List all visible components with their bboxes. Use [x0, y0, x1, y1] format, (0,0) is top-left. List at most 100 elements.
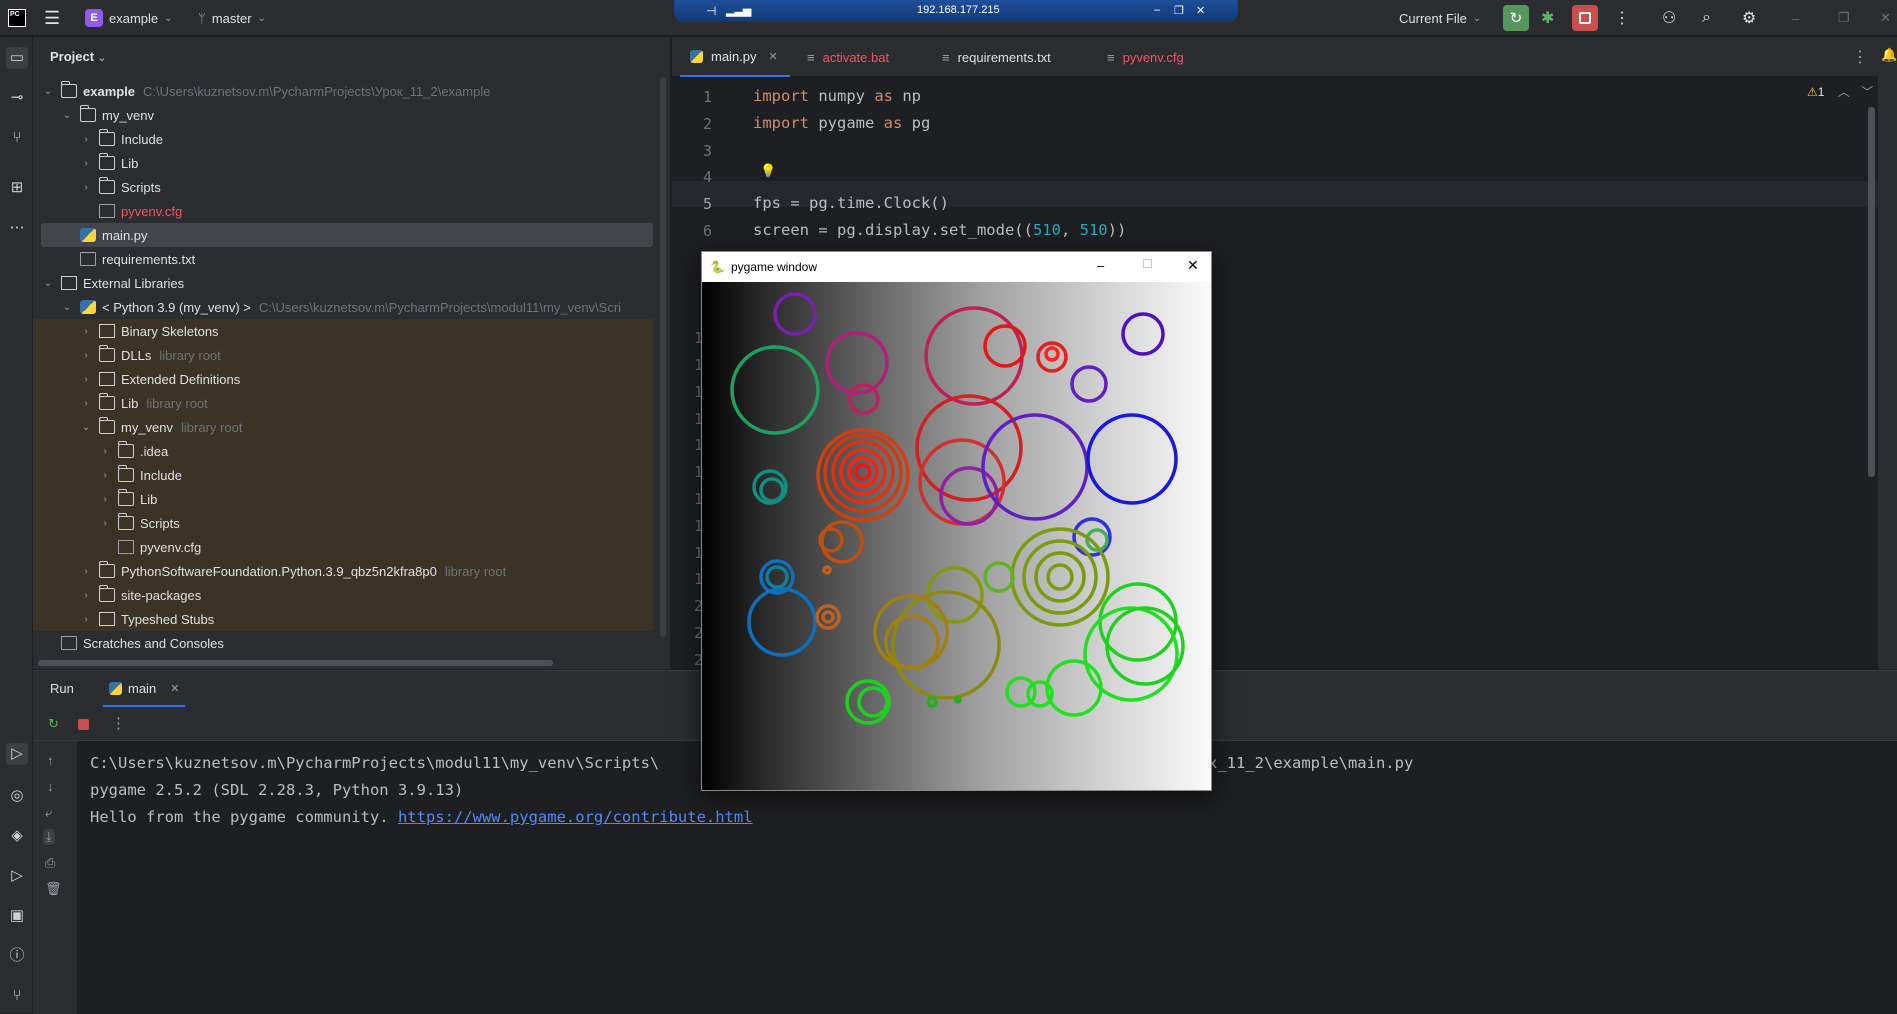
- collapse-chevron-icon[interactable]: ›: [98, 446, 112, 457]
- collapse-chevron-icon[interactable]: ›: [98, 470, 112, 481]
- tree-item[interactable]: › Scripts: [33, 175, 653, 199]
- terminal-icon[interactable]: ▣: [6, 905, 28, 927]
- tree-item[interactable]: › site-packages: [33, 583, 653, 607]
- tree-item[interactable]: › .idea: [33, 439, 653, 463]
- run-tab-main[interactable]: main ✕: [103, 671, 186, 707]
- tree-item[interactable]: › Lib: [33, 151, 653, 175]
- structure-icon[interactable]: ⊞: [6, 177, 28, 199]
- tree-item[interactable]: › Lib: [33, 487, 653, 511]
- window-close-icon[interactable]: ✕: [1880, 0, 1891, 36]
- run-tool-icon[interactable]: ▷: [6, 743, 28, 765]
- tree-item[interactable]: ⌄ my_venv library root: [33, 415, 653, 439]
- tree-item[interactable]: pyvenv.cfg: [33, 535, 653, 559]
- main-menu-icon[interactable]: ☰: [44, 0, 60, 36]
- python-console-icon[interactable]: ◎: [6, 785, 28, 807]
- soft-wrap-icon[interactable]: ⤶: [45, 805, 52, 821]
- tab-activate-bat[interactable]: ≡ activate.bat: [797, 37, 889, 77]
- print-icon[interactable]: ⎙: [45, 855, 55, 871]
- expand-chevron-icon[interactable]: ⌄: [79, 422, 93, 433]
- tree-item[interactable]: › Extended Definitions: [33, 367, 653, 391]
- next-warning-icon[interactable]: ﹀: [1861, 85, 1873, 99]
- tree-scrollbar[interactable]: [660, 77, 666, 637]
- scroll-down-icon[interactable]: ↓: [47, 779, 54, 794]
- warnings-indicator[interactable]: ⚠1 ︿ ﹀: [1807, 83, 1873, 100]
- project-folder-icon[interactable]: ▭: [6, 47, 28, 69]
- tab-main-py[interactable]: main.py ✕: [680, 37, 790, 77]
- pg-minimize-icon[interactable]: –: [1097, 258, 1104, 273]
- settings-gear-icon[interactable]: ⚙: [1742, 0, 1756, 36]
- commit-icon[interactable]: ⊸: [6, 87, 28, 109]
- services-icon[interactable]: ▷: [6, 865, 28, 887]
- run-config-selector[interactable]: Current File ⌄: [1399, 0, 1481, 36]
- stop-icon[interactable]: [78, 719, 89, 730]
- collapse-chevron-icon[interactable]: ›: [79, 398, 93, 409]
- window-minimize-icon[interactable]: –: [1792, 0, 1799, 36]
- collapse-chevron-icon[interactable]: ›: [79, 134, 93, 145]
- rdp-restore-icon[interactable]: ❐: [1174, 4, 1184, 17]
- code-line[interactable]: import pygame as pg: [753, 114, 930, 132]
- rerun-button[interactable]: ↻: [1503, 0, 1529, 36]
- collapse-chevron-icon[interactable]: ›: [98, 518, 112, 529]
- more-options-icon[interactable]: ⋮: [111, 714, 126, 732]
- close-tab-icon[interactable]: ✕: [769, 50, 778, 63]
- expand-chevron-icon[interactable]: ⌄: [41, 86, 55, 97]
- collapse-chevron-icon[interactable]: ›: [79, 566, 93, 577]
- notifications-icon[interactable]: 🔔: [1881, 47, 1897, 63]
- tree-item[interactable]: ⌄ External Libraries: [33, 271, 653, 295]
- expand-chevron-icon[interactable]: ⌄: [60, 302, 74, 313]
- collapse-chevron-icon[interactable]: ›: [79, 326, 93, 337]
- tree-item[interactable]: › Binary Skeletons: [33, 319, 653, 343]
- tree-item[interactable]: › Scripts: [33, 511, 653, 535]
- tree-item[interactable]: main.py: [41, 223, 653, 247]
- tree-item[interactable]: › Include: [33, 463, 653, 487]
- tree-item[interactable]: ⌄ < Python 3.9 (my_venv) > C:\Users\kuznet…: [33, 295, 653, 319]
- more-actions-icon[interactable]: ⋮: [1614, 0, 1630, 36]
- tree-item[interactable]: › Lib library root: [33, 391, 653, 415]
- rdp-minimize-icon[interactable]: –: [1154, 4, 1160, 16]
- collapse-chevron-icon[interactable]: ›: [98, 494, 112, 505]
- clear-all-icon[interactable]: 🗑: [45, 881, 62, 897]
- scroll-to-end-icon[interactable]: ⤓: [43, 829, 55, 845]
- tab-requirements-txt[interactable]: ≡ requirements.txt: [932, 37, 1051, 77]
- code-line[interactable]: fps = pg.time.Clock(): [753, 194, 949, 212]
- expand-chevron-icon[interactable]: ⌄: [60, 110, 74, 121]
- layers-icon[interactable]: ◈: [6, 825, 28, 847]
- window-restore-icon[interactable]: ❐: [1838, 0, 1850, 36]
- project-switcher[interactable]: E example ⌄: [85, 0, 173, 36]
- stop-button[interactable]: [1572, 0, 1598, 36]
- pull-requests-icon[interactable]: ⑂: [6, 127, 28, 149]
- more-tools-icon[interactable]: ⋯: [6, 217, 28, 239]
- pygame-window-titlebar[interactable]: 🐍 pygame window – ☐ ✕: [702, 252, 1211, 282]
- tree-item[interactable]: requirements.txt: [33, 247, 653, 271]
- run-tab-title[interactable]: Run: [50, 681, 74, 696]
- collapse-chevron-icon[interactable]: ›: [79, 590, 93, 601]
- tabs-options-icon[interactable]: ⋮: [1852, 37, 1868, 77]
- pygame-window[interactable]: 🐍 pygame window – ☐ ✕: [701, 251, 1212, 791]
- tree-item[interactable]: › DLLs library root: [33, 343, 653, 367]
- collapse-chevron-icon[interactable]: ›: [79, 350, 93, 361]
- tree-item[interactable]: › Typeshed Stubs: [33, 607, 653, 631]
- tree-item[interactable]: ⌄ example C:\Users\kuznetsov.m\PycharmProj…: [33, 79, 653, 103]
- rerun-icon[interactable]: ↻: [48, 716, 59, 732]
- close-run-tab-icon[interactable]: ✕: [170, 682, 179, 695]
- debug-icon[interactable]: ✱: [1541, 0, 1554, 36]
- prev-warning-icon[interactable]: ︿: [1838, 85, 1850, 99]
- problems-icon[interactable]: ⓘ: [6, 945, 28, 967]
- collapse-chevron-icon[interactable]: ›: [79, 182, 93, 193]
- rdp-close-icon[interactable]: ✕: [1196, 4, 1205, 17]
- collapse-chevron-icon[interactable]: ›: [79, 374, 93, 385]
- pygame-contribute-link[interactable]: https://www.pygame.org/contribute.html: [398, 808, 753, 826]
- expand-chevron-icon[interactable]: ⌄: [41, 278, 55, 289]
- pg-maximize-icon[interactable]: ☐: [1142, 257, 1153, 271]
- pg-close-icon[interactable]: ✕: [1187, 257, 1199, 274]
- code-line[interactable]: import numpy as np: [753, 87, 921, 105]
- scroll-up-icon[interactable]: ↑: [47, 753, 54, 768]
- intention-bulb-icon[interactable]: 💡: [760, 163, 776, 179]
- project-panel-title[interactable]: Project ⌄: [50, 49, 106, 64]
- pin-icon[interactable]: ⊣: [706, 4, 716, 18]
- collapse-chevron-icon[interactable]: ›: [79, 614, 93, 625]
- code-line[interactable]: screen = pg.display.set_mode((510, 510)): [753, 221, 1126, 239]
- editor-scrollbar[interactable]: [1868, 107, 1875, 477]
- tree-item[interactable]: ⌄ my_venv: [33, 103, 653, 127]
- tab-pyvenv-cfg[interactable]: ≡ pyvenv.cfg: [1097, 37, 1184, 77]
